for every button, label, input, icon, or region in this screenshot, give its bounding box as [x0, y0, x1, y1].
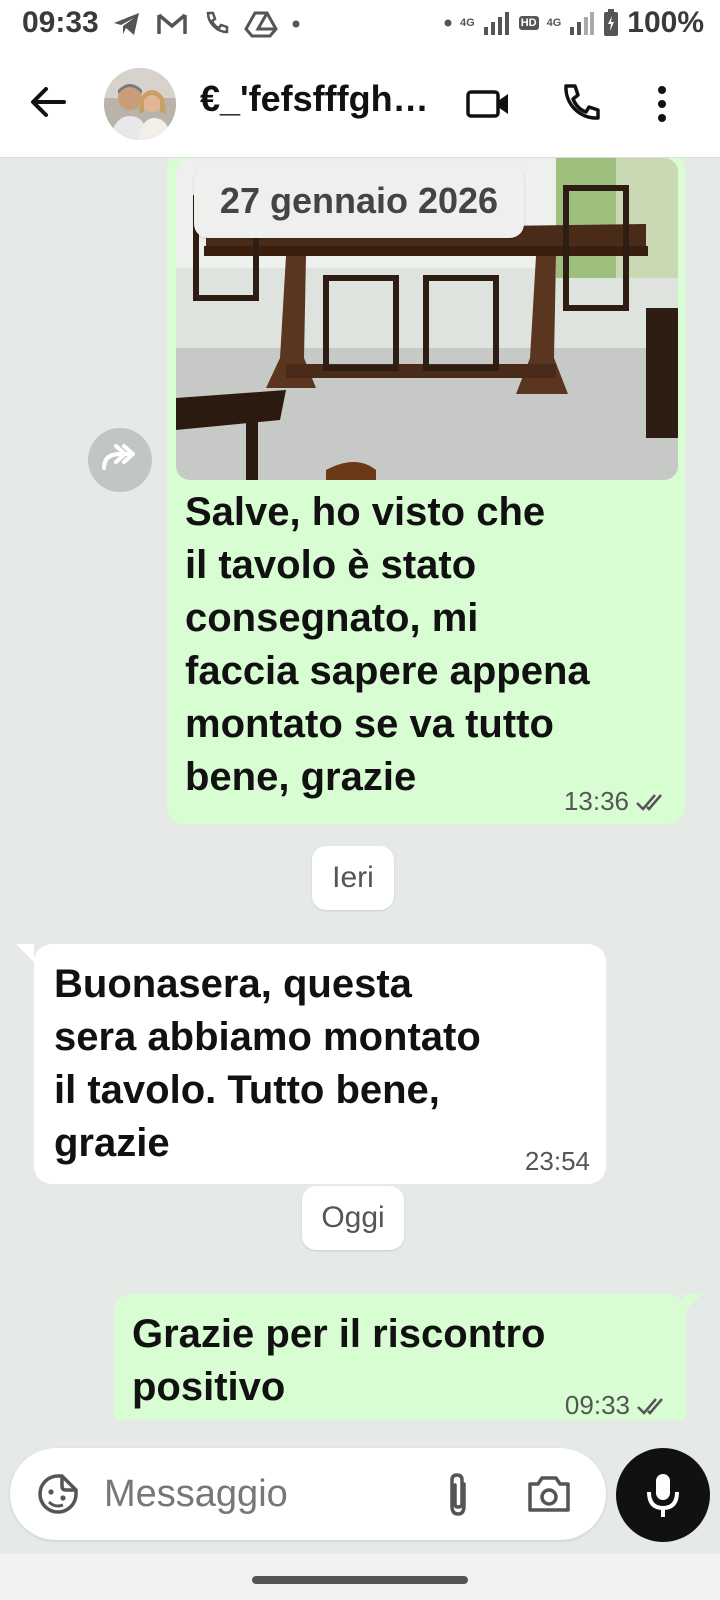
message-time: 09:33: [564, 1390, 630, 1420]
bubble-tail: [684, 1294, 702, 1312]
read-ticks-icon: [636, 793, 662, 811]
hd-voice-label: HD: [518, 16, 539, 30]
message-text: Salve, ho visto che il tavolo è stato co…: [185, 490, 590, 799]
back-arrow-icon[interactable]: [28, 80, 68, 124]
dot-icon: [292, 20, 300, 28]
telegram-icon: [114, 13, 139, 35]
message-meta: 09:33: [565, 1390, 670, 1420]
signal-icon-2: [570, 12, 595, 35]
status-time: 09:33: [22, 6, 99, 39]
system-nav-bar: [0, 1554, 720, 1600]
status-bar: 09:33 4G HD 4G 100%: [0, 0, 720, 50]
message-time: 13:36: [563, 786, 629, 816]
day-separator-yesterday: Ieri: [312, 846, 394, 910]
chat-header: €_'fefsfffgh…: [0, 50, 720, 158]
dot-icon: [444, 19, 452, 27]
home-gesture-handle[interactable]: [252, 1576, 468, 1584]
drive-icon: [244, 11, 278, 38]
microphone-icon: [647, 1474, 679, 1517]
date-chip: 27 gennaio 2026: [194, 164, 524, 238]
avatar-photo: [104, 68, 176, 140]
video-call-icon[interactable]: [464, 80, 512, 128]
avatar[interactable]: [104, 68, 176, 140]
contact-name[interactable]: €_'fefsfffgh…: [200, 78, 440, 120]
attach-icon[interactable]: [438, 1470, 478, 1520]
message-composer: [10, 1448, 606, 1540]
message-input[interactable]: [104, 1466, 414, 1522]
chat-area[interactable]: Salve, ho visto che il tavolo è stato co…: [0, 158, 720, 1420]
gmail-icon: [157, 13, 187, 34]
message-time: 23:54: [524, 1146, 590, 1176]
battery-icon: [604, 9, 619, 36]
battery-percentage: 100%: [627, 6, 704, 39]
incoming-message[interactable]: Buonasera, questa sera abbiamo montato i…: [16, 944, 606, 1184]
voice-message-button[interactable]: [616, 1448, 710, 1542]
notification-icons: [112, 10, 300, 38]
day-separator-today: Oggi: [302, 1186, 404, 1250]
outgoing-message[interactable]: Grazie per il riscontro positivo 09:33: [114, 1294, 702, 1420]
read-ticks-icon: [637, 1397, 663, 1415]
more-vert-icon[interactable]: [640, 80, 680, 128]
sticker-emoji-icon[interactable]: [34, 1470, 82, 1518]
camera-icon[interactable]: [524, 1470, 574, 1518]
system-icons: 4G HD 4G 100%: [444, 6, 704, 40]
bubble-tail: [16, 944, 34, 962]
message-meta: 13:36: [564, 786, 669, 817]
wifi-calling-icon: [206, 11, 229, 34]
message-text: Buonasera, questa sera abbiamo montato i…: [54, 962, 481, 1165]
message-meta: 23:54: [525, 1146, 590, 1177]
forward-button[interactable]: [88, 428, 152, 492]
outgoing-message[interactable]: Salve, ho visto che il tavolo è stato co…: [167, 158, 685, 824]
phone-icon[interactable]: [556, 80, 604, 128]
network-type-label: 4G: [460, 17, 475, 29]
network-type-label-2: 4G: [546, 17, 562, 29]
forward-icon: [102, 444, 135, 470]
signal-icon: [483, 12, 509, 35]
